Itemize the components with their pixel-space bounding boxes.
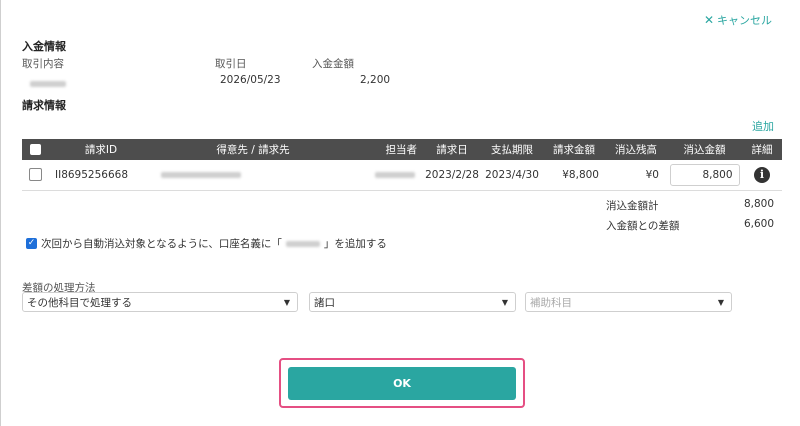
info-icon[interactable]: i xyxy=(754,166,770,183)
chevron-down-icon: ▼ xyxy=(501,297,508,307)
header-invoice-amount: 請求金額 xyxy=(543,139,605,160)
col-label-content: 取引内容 xyxy=(22,58,64,70)
col-label-date: 取引日 xyxy=(215,58,247,70)
sub-account-placeholder: 補助科目 xyxy=(530,296,572,309)
cancel-link[interactable]: ✕ キャンセル xyxy=(704,12,772,28)
invoice-id: II8695256668 xyxy=(49,160,153,191)
row-checkbox[interactable] xyxy=(22,160,49,191)
header-invoice-id: 請求ID xyxy=(49,139,153,160)
invoice-amount: ¥8,800 xyxy=(543,160,605,191)
due-date: 2023/4/30 xyxy=(481,160,543,191)
summary-total-value: 8,800 xyxy=(743,198,774,210)
summary-total-label: 消込金額計 xyxy=(606,200,659,212)
payment-amount: 2,200 xyxy=(360,74,391,86)
table-header-row: 請求ID 得意先 / 請求先 担当者 請求日 支払期限 請求金額 消込残高 消込… xyxy=(22,139,782,160)
select-all-checkbox[interactable] xyxy=(22,139,49,160)
close-icon: ✕ xyxy=(703,13,714,27)
reconcile-amount-input[interactable]: 8,800 xyxy=(669,163,740,186)
header-invoice-date: 請求日 xyxy=(423,139,481,160)
auto-reconcile-text-before: 次回から自動消込対象となるように、口座名義に「 xyxy=(41,238,282,250)
header-detail: 詳細 xyxy=(742,139,782,160)
header-due-date: 支払期限 xyxy=(481,139,543,160)
ok-button[interactable]: OK xyxy=(288,367,516,400)
customer-redacted xyxy=(153,160,353,191)
header-reconcile-amount: 消込金額 xyxy=(667,139,742,160)
balance: ¥0 xyxy=(605,160,667,191)
account-value: 諸口 xyxy=(314,296,335,309)
header-assignee: 担当者 xyxy=(353,139,423,160)
invoice-date: 2023/2/28 xyxy=(423,160,481,191)
auto-reconcile-option[interactable]: ✓ 次回から自動消込対象となるように、口座名義に「 」を追加する xyxy=(26,236,387,251)
sub-account-select[interactable]: 補助科目 ▼ xyxy=(525,292,732,312)
summary-diff-label: 入金額との差額 xyxy=(606,220,680,232)
cancel-label: キャンセル xyxy=(717,14,772,27)
billing-info-title: 請求情報 xyxy=(22,99,66,112)
summary-diff-value: 6,600 xyxy=(743,218,774,230)
account-name-redacted xyxy=(285,240,320,247)
detail-cell: i xyxy=(742,160,782,191)
header-balance: 消込残高 xyxy=(605,139,667,160)
transaction-date: 2026/05/23 xyxy=(220,74,281,86)
difference-method-select[interactable]: その他科目で処理する ▼ xyxy=(22,292,298,312)
chevron-down-icon: ▼ xyxy=(717,297,724,307)
auto-reconcile-checkbox[interactable]: ✓ xyxy=(26,238,37,249)
window-left-border xyxy=(0,0,1,426)
reconcile-amount-cell: 8,800 xyxy=(667,160,742,191)
table-row: II8695256668 2023/2/28 2023/4/30 ¥8,800 … xyxy=(22,160,782,191)
chevron-down-icon: ▼ xyxy=(283,297,290,307)
header-customer: 得意先 / 請求先 xyxy=(153,139,353,160)
payment-info-title: 入金情報 xyxy=(22,40,66,53)
account-select[interactable]: 諸口 ▼ xyxy=(309,292,516,312)
auto-reconcile-text-after: 」を追加する xyxy=(323,238,387,250)
billing-table: 請求ID 得意先 / 請求先 担当者 請求日 支払期限 請求金額 消込残高 消込… xyxy=(22,139,782,191)
add-link[interactable]: 追加 xyxy=(752,118,774,134)
assignee-redacted xyxy=(353,160,423,191)
transaction-content-redacted xyxy=(30,77,66,90)
difference-method-value: その他科目で処理する xyxy=(27,296,132,309)
col-label-amount: 入金金額 xyxy=(312,58,354,70)
